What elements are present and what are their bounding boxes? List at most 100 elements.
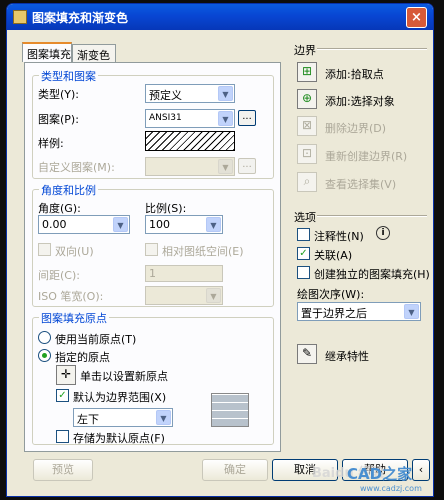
- group-title: 角度和比例: [39, 182, 98, 198]
- pick-points-label: 添加:拾取点: [325, 68, 384, 81]
- pattern-value: ANSI31: [149, 113, 182, 123]
- separate-hatches-label: 创建独立的图案填充(H): [314, 268, 430, 281]
- select-objects-icon: ⊕: [301, 91, 313, 105]
- relative-paper-checkbox[interactable]: [145, 243, 158, 256]
- chevron-down-icon: ▼: [156, 410, 171, 425]
- divider: [317, 215, 427, 217]
- pattern-label: 图案(P):: [38, 113, 79, 126]
- spacing-value: 1: [149, 267, 156, 280]
- chevron-down-icon: ▼: [218, 86, 233, 101]
- iso-pen-select[interactable]: ▼: [145, 286, 223, 305]
- tab-panel: 类型和图案 类型(Y): 预定义 ▼ 图案(P): ANSI31 ▼ ... 样…: [24, 62, 281, 452]
- double-label: 双向(U): [55, 245, 94, 258]
- divider: [317, 48, 427, 50]
- origin-group: 图案填充原点 使用当前原点(T) 指定的原点 ✛ 单击以设置新原点 ✓ 默认为边…: [32, 310, 274, 445]
- select-objects-label: 添加:选择对象: [325, 95, 395, 108]
- chevron-down-icon: ▼: [218, 159, 233, 174]
- app-icon: [13, 10, 27, 24]
- draw-order-value: 置于边界之后: [301, 307, 367, 320]
- origin-position-select[interactable]: 左下 ▼: [73, 408, 173, 427]
- chevron-down-icon: ▼: [206, 217, 221, 232]
- angle-select[interactable]: 0.00 ▼: [38, 215, 130, 234]
- title-bar: 图案填充和渐变色 ×: [7, 4, 433, 30]
- inherit-properties-button[interactable]: ✎: [297, 344, 317, 364]
- chevron-down-icon: ▼: [218, 111, 233, 126]
- remove-boundaries-icon: ⊠: [301, 118, 313, 132]
- type-pattern-group: 类型和图案 类型(Y): 预定义 ▼ 图案(P): ANSI31 ▼ ... 样…: [32, 68, 274, 179]
- hatch-dialog: 图案填充和渐变色 × 图案填充 渐变色 类型和图案 类型(Y): 预定义 ▼ 图…: [6, 3, 434, 497]
- associative-label: 关联(A): [314, 249, 353, 262]
- click-set-origin-label: 单击以设置新原点: [80, 370, 168, 383]
- specified-origin-label: 指定的原点: [55, 351, 110, 364]
- angle-scale-group: 角度和比例 角度(G): 0.00 ▼ 比例(S): 100 ▼ 双向(U) 相…: [32, 182, 274, 307]
- set-origin-button[interactable]: ✛: [56, 365, 76, 385]
- custom-browse-button[interactable]: ...: [238, 158, 256, 174]
- type-label: 类型(Y):: [38, 88, 80, 101]
- store-default-label: 存储为默认原点(F): [73, 432, 165, 445]
- specified-origin-radio[interactable]: [38, 349, 51, 362]
- window-title: 图案填充和渐变色: [32, 11, 129, 25]
- scale-label: 比例(S):: [145, 202, 187, 215]
- recreate-boundary-label: 重新创建边界(R): [325, 150, 408, 163]
- tab-hatch[interactable]: 图案填充: [22, 42, 72, 62]
- pattern-swatch[interactable]: [145, 131, 235, 151]
- group-title: 类型和图案: [39, 68, 98, 84]
- default-extents-label: 默认为边界范围(X): [73, 391, 167, 404]
- store-default-checkbox[interactable]: [56, 430, 69, 443]
- chevron-down-icon: ▼: [404, 304, 419, 319]
- more-options-button[interactable]: ‹: [412, 459, 430, 481]
- options-title: 选项: [294, 211, 316, 224]
- brush-icon: ✎: [301, 346, 313, 360]
- origin-preview-image: [211, 393, 249, 427]
- recreate-boundary-button[interactable]: ⊡: [297, 144, 317, 164]
- tab-gradient[interactable]: 渐变色: [72, 44, 116, 62]
- inherit-properties-label: 继承特性: [325, 350, 369, 363]
- select-objects-button[interactable]: ⊕: [297, 89, 317, 109]
- pick-points-icon: ⊞: [301, 64, 313, 78]
- close-button[interactable]: ×: [406, 7, 427, 28]
- use-current-origin-radio[interactable]: [38, 331, 51, 344]
- custom-pattern-select[interactable]: ▼: [145, 157, 235, 176]
- spacing-input[interactable]: 1: [145, 265, 223, 282]
- angle-label: 角度(G):: [38, 202, 81, 215]
- preview-button[interactable]: 预览: [33, 459, 93, 481]
- type-select[interactable]: 预定义 ▼: [145, 84, 235, 103]
- chevron-down-icon: ▼: [206, 288, 221, 303]
- ok-button[interactable]: 确定: [202, 459, 268, 481]
- view-selections-button[interactable]: ⌕: [297, 172, 317, 192]
- double-checkbox[interactable]: [38, 243, 51, 256]
- scale-value: 100: [149, 218, 170, 231]
- remove-boundaries-label: 删除边界(D): [325, 122, 387, 135]
- type-value: 预定义: [149, 89, 182, 102]
- custom-pattern-label: 自定义图案(M):: [38, 161, 115, 174]
- magnifier-icon: ⌕: [303, 174, 311, 188]
- draw-order-select[interactable]: 置于边界之后 ▼: [297, 302, 421, 321]
- relative-paper-label: 相对图纸空间(E): [162, 245, 244, 258]
- default-extents-checkbox[interactable]: ✓: [56, 389, 69, 402]
- view-selections-label: 查看选择集(V): [325, 178, 397, 191]
- group-title: 图案填充原点: [39, 310, 109, 326]
- spacing-label: 间距(C):: [38, 269, 80, 282]
- scale-select[interactable]: 100 ▼: [145, 215, 223, 234]
- pattern-select[interactable]: ANSI31 ▼: [145, 109, 235, 128]
- info-icon[interactable]: i: [376, 226, 390, 240]
- boundaries-title: 边界: [294, 44, 316, 57]
- annotative-label: 注释性(N): [314, 230, 364, 243]
- annotative-checkbox[interactable]: [297, 228, 310, 241]
- chevron-down-icon: ▼: [113, 217, 128, 232]
- swatch-label: 样例:: [38, 137, 64, 150]
- watermark-url: www.cadzj.com: [360, 484, 422, 493]
- angle-value: 0.00: [42, 218, 67, 231]
- watermark-cad: CAD之家: [347, 465, 413, 483]
- separate-hatches-checkbox[interactable]: [297, 266, 310, 279]
- chevron-left-icon: ‹: [418, 463, 424, 476]
- draw-order-label: 绘图次序(W):: [297, 288, 365, 301]
- iso-pen-label: ISO 笔宽(O):: [38, 290, 104, 303]
- pattern-browse-button[interactable]: ...: [238, 110, 256, 126]
- pick-points-button[interactable]: ⊞: [297, 62, 317, 82]
- associative-checkbox[interactable]: ✓: [297, 247, 310, 260]
- origin-position-value: 左下: [77, 413, 99, 426]
- remove-boundaries-button[interactable]: ⊠: [297, 116, 317, 136]
- use-current-origin-label: 使用当前原点(T): [55, 333, 137, 346]
- crosshair-icon: ✛: [60, 367, 72, 381]
